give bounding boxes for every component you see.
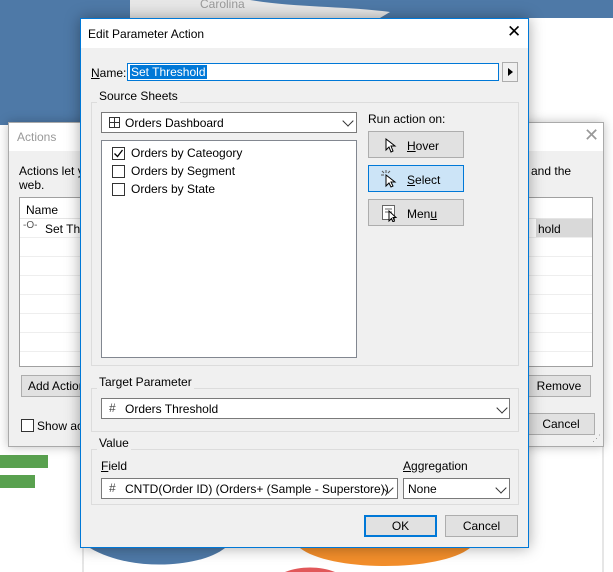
bar-mark xyxy=(0,475,35,488)
aggregation-label: Aggregation xyxy=(403,459,468,473)
field-dropdown[interactable]: # CNTD(Order ID) (Orders+ (Sample - Supe… xyxy=(101,478,398,499)
chevron-down-icon xyxy=(342,115,354,127)
hash-icon: # xyxy=(109,481,116,495)
name-input[interactable]: Set Threshold xyxy=(127,63,499,81)
show-checkbox[interactable] xyxy=(21,419,34,432)
close-icon[interactable]: ✕ xyxy=(584,125,599,146)
target-parameter-label: Target Parameter xyxy=(97,375,194,389)
chevron-down-icon xyxy=(496,402,508,414)
triangle-right-icon xyxy=(508,68,513,76)
action-row-name-right: hold xyxy=(538,222,561,236)
sheet-checkbox[interactable] xyxy=(112,183,125,196)
actions-title: Actions xyxy=(17,130,57,144)
bar-mark xyxy=(0,455,48,468)
close-icon[interactable]: ✕ xyxy=(507,23,521,40)
map-label: Carolina xyxy=(200,0,245,11)
sheet-checkbox[interactable] xyxy=(112,165,125,178)
actions-description-right: and the xyxy=(531,164,572,178)
sheet-label: Orders by State xyxy=(131,182,216,196)
aggregation-dropdown[interactable]: None xyxy=(403,478,510,499)
actions-cancel-button[interactable]: Cancel xyxy=(527,413,595,435)
show-checkbox-label: Show act xyxy=(37,419,87,433)
parameter-action-icon: -O- xyxy=(23,220,38,231)
chevron-down-icon xyxy=(495,482,507,494)
menu-cursor-icon xyxy=(382,205,398,222)
edit-parameter-action-dialog: Edit Parameter Action ✕ Name: Set Thresh… xyxy=(80,18,529,548)
name-input-value: Set Threshold xyxy=(130,65,207,79)
column-header-name: Name xyxy=(26,203,59,217)
sheet-checkbox[interactable] xyxy=(112,147,125,160)
aggregation-value: None xyxy=(408,482,437,496)
target-parameter-value: Orders Threshold xyxy=(125,402,219,416)
ok-button[interactable]: OK xyxy=(364,515,437,537)
sheet-label: Orders by Cateogory xyxy=(131,146,243,160)
target-parameter-dropdown[interactable]: # Orders Threshold xyxy=(101,398,510,419)
actions-description-2: web. xyxy=(19,178,45,192)
action-row-name[interactable]: Set Thr xyxy=(45,222,84,236)
menu-label: Menu xyxy=(407,207,438,221)
name-label: Name: xyxy=(91,66,127,80)
menu-button[interactable]: Menu xyxy=(368,199,464,226)
dashboard-value: Orders Dashboard xyxy=(125,116,224,130)
sheets-list[interactable]: Orders by Cateogory Orders by Segment Or… xyxy=(101,140,357,358)
source-sheets-label: Source Sheets xyxy=(97,89,180,103)
name-menu-button[interactable] xyxy=(502,62,518,82)
resize-grip-icon[interactable]: ⋰ xyxy=(592,433,601,444)
hash-icon: # xyxy=(109,401,116,415)
select-button[interactable]: Select xyxy=(368,165,464,192)
remove-button[interactable]: Remove xyxy=(527,375,591,397)
sheet-item[interactable]: Orders by State xyxy=(112,182,352,196)
cancel-button[interactable]: Cancel xyxy=(445,515,518,537)
dialog-titlebar: Edit Parameter Action ✕ xyxy=(81,19,528,48)
select-label: Select xyxy=(407,173,441,187)
field-value: CNTD(Order ID) (Orders+ (Sample - Supers… xyxy=(125,482,389,496)
field-label: Field xyxy=(101,459,128,473)
dashboard-icon xyxy=(109,117,120,128)
value-label: Value xyxy=(97,436,131,450)
hover-button[interactable]: Hover xyxy=(368,131,464,158)
sheet-item[interactable]: Orders by Segment xyxy=(112,164,352,178)
run-action-on-label: Run action on: xyxy=(368,112,446,126)
hover-label: Hover xyxy=(407,139,440,153)
dialog-title: Edit Parameter Action xyxy=(88,27,205,41)
click-cursor-icon xyxy=(381,170,397,188)
sheet-item[interactable]: Orders by Cateogory xyxy=(112,146,352,160)
sheet-label: Orders by Segment xyxy=(131,164,236,178)
checkmark-icon xyxy=(114,149,124,158)
dashboard-dropdown[interactable]: Orders Dashboard xyxy=(101,112,357,133)
cursor-icon xyxy=(385,138,397,153)
